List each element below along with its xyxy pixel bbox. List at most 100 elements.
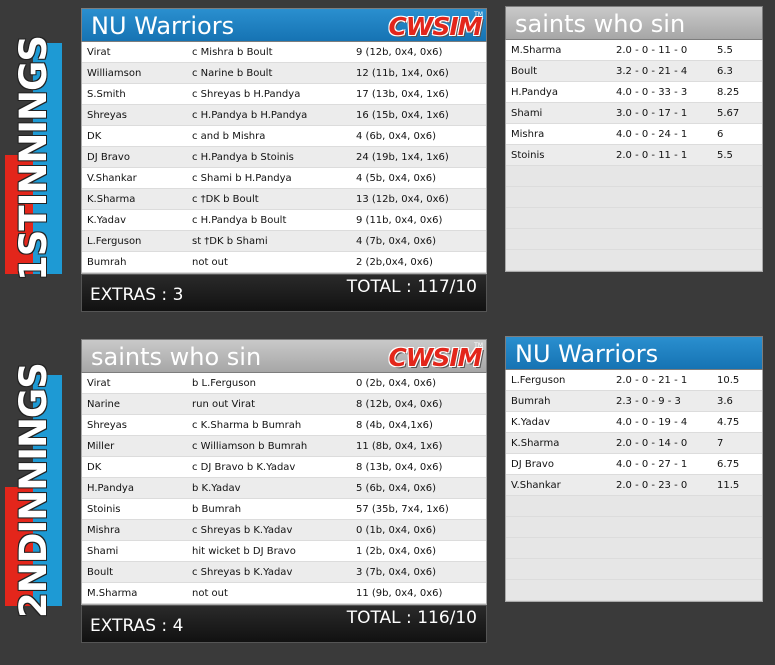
row-figures: 4 (5b, 0x4, 0x6) xyxy=(356,173,437,184)
table-row: Stoinis b Bumrah 57 (35b, 7x4, 1x6) xyxy=(82,499,486,520)
row-detail: b Bumrah xyxy=(192,504,242,515)
row-figures: 11 (9b, 0x4, 0x6) xyxy=(356,588,443,599)
empty-row xyxy=(506,229,762,250)
row-figures: 4 (6b, 0x4, 0x6) xyxy=(356,131,437,142)
bowling-team-header: NU Warriors xyxy=(505,336,763,370)
row-figures: 5.5 xyxy=(717,150,733,161)
player-name: H.Pandya xyxy=(87,483,134,494)
row-detail: 4.0 - 0 - 33 - 3 xyxy=(616,87,688,98)
row-detail: c and b Mishra xyxy=(192,131,266,142)
table-row: Williamson c Narine b Boult 12 (11b, 1x4, … xyxy=(82,63,486,84)
row-figures: 2 (2b,0x4, 0x6) xyxy=(356,257,433,268)
player-name: Stoinis xyxy=(511,150,545,161)
player-name: Virat xyxy=(87,378,111,389)
row-detail: c DJ Bravo b K.Yadav xyxy=(192,462,296,473)
row-figures: 8 (12b, 0x4, 0x6) xyxy=(356,399,443,410)
player-name: Shreyas xyxy=(87,110,127,121)
innings-1-word: INNINGS xyxy=(12,35,55,207)
table-row: M.Sharma 2.0 - 0 - 11 - 0 5.5 xyxy=(506,40,762,61)
row-figures: 6.3 xyxy=(717,66,733,77)
player-name: K.Sharma xyxy=(511,438,560,449)
extras-label: EXTRAS : 4 xyxy=(90,616,184,636)
row-detail: c Shami b H.Pandya xyxy=(192,173,292,184)
batting-rows: Virat b L.Ferguson 0 (2b, 0x4, 0x6) Narine r… xyxy=(81,373,487,605)
table-row: Bumrah 2.3 - 0 - 9 - 3 3.6 xyxy=(506,391,762,412)
row-detail: 3.2 - 0 - 21 - 4 xyxy=(616,66,688,77)
batting-summary: EXTRAS : 4 TOTAL : 116/10 xyxy=(81,605,487,643)
empty-row xyxy=(506,166,762,187)
empty-row xyxy=(506,580,762,601)
row-detail: 2.0 - 0 - 23 - 0 xyxy=(616,480,688,491)
batting-summary: EXTRAS : 3 TOTAL : 117/10 xyxy=(81,274,487,312)
player-name: DK xyxy=(87,462,102,473)
row-figures: 13 (12b, 0x4, 0x6) xyxy=(356,194,449,205)
table-row: K.Sharma c †DK b Boult 13 (12b, 0x4, 0x6) xyxy=(82,189,486,210)
table-row: M.Sharma not out 11 (9b, 0x4, 0x6) xyxy=(82,583,486,604)
innings-1-number: 1ST xyxy=(12,206,55,282)
row-detail: run out Virat xyxy=(192,399,256,410)
table-row: Narine run out Virat 8 (12b, 0x4, 0x6) xyxy=(82,394,486,415)
empty-row xyxy=(506,496,762,517)
table-row: Stoinis 2.0 - 0 - 11 - 1 5.5 xyxy=(506,145,762,166)
innings-1-batting-card: NU Warriors CWSIM TM Virat c Mishra b Boul… xyxy=(81,8,487,312)
innings-1-label: 1STINNINGS xyxy=(5,36,62,281)
table-row: L.Ferguson st †DK b Shami 4 (7b, 0x4, 0x6) xyxy=(82,231,486,252)
player-name: Bumrah xyxy=(511,396,551,407)
row-figures: 8 (4b, 0x4,1x6) xyxy=(356,420,433,431)
table-row: Shami 3.0 - 0 - 17 - 1 5.67 xyxy=(506,103,762,124)
player-name: K.Yadav xyxy=(511,417,550,428)
row-figures: 5.5 xyxy=(717,45,733,56)
row-figures: 1 (2b, 0x4, 0x6) xyxy=(356,546,437,557)
row-detail: 4.0 - 0 - 24 - 1 xyxy=(616,129,688,140)
table-row: H.Pandya 4.0 - 0 - 33 - 3 8.25 xyxy=(506,82,762,103)
bowling-rows: L.Ferguson 2.0 - 0 - 21 - 1 10.5 Bumrah 2.3 … xyxy=(505,370,763,602)
bowling-team-header: saints who sin xyxy=(505,6,763,40)
player-name: H.Pandya xyxy=(511,87,558,98)
row-detail: c Shreyas b K.Yadav xyxy=(192,525,293,536)
player-name: K.Sharma xyxy=(87,194,136,205)
row-detail: c Shreyas b H.Pandya xyxy=(192,89,301,100)
batting-team-header: NU Warriors CWSIM TM xyxy=(81,8,487,42)
table-row: V.Shankar c Shami b H.Pandya 4 (5b, 0x4, 0… xyxy=(82,168,486,189)
player-name: DJ Bravo xyxy=(87,152,130,163)
row-detail: c Williamson b Bumrah xyxy=(192,441,308,452)
row-detail: c Shreyas b K.Yadav xyxy=(192,567,293,578)
player-name: Boult xyxy=(511,66,538,77)
row-figures: 8 (13b, 0x4, 0x6) xyxy=(356,462,443,473)
row-detail: not out xyxy=(192,588,228,599)
table-row: L.Ferguson 2.0 - 0 - 21 - 1 10.5 xyxy=(506,370,762,391)
row-detail: 4.0 - 0 - 19 - 4 xyxy=(616,417,688,428)
row-detail: b K.Yadav xyxy=(192,483,241,494)
batting-team-header: saints who sin CWSIM TM xyxy=(81,339,487,373)
player-name: M.Sharma xyxy=(87,588,138,599)
player-name: Shreyas xyxy=(87,420,127,431)
row-detail: st †DK b Shami xyxy=(192,236,268,247)
player-name: Miller xyxy=(87,441,115,452)
table-row: S.Smith c Shreyas b H.Pandya 17 (13b, 0x4,… xyxy=(82,84,486,105)
row-figures: 4 (7b, 0x4, 0x6) xyxy=(356,236,437,247)
table-row: DK c DJ Bravo b K.Yadav 8 (13b, 0x4, 0x6) xyxy=(82,457,486,478)
batting-team-name: saints who sin xyxy=(91,343,262,371)
table-row: Shreyas c K.Sharma b Bumrah 8 (4b, 0x4,1x6… xyxy=(82,415,486,436)
row-figures: 8.25 xyxy=(717,87,740,98)
player-name: L.Ferguson xyxy=(511,375,566,386)
empty-row xyxy=(506,208,762,229)
player-name: DJ Bravo xyxy=(511,459,554,470)
player-name: Mishra xyxy=(87,525,121,536)
total-label: TOTAL : 117/10 xyxy=(346,277,477,297)
innings-2-bowling-card: NU Warriors L.Ferguson 2.0 - 0 - 21 - 1 10… xyxy=(505,336,763,602)
player-name: Shami xyxy=(87,546,119,557)
player-name: M.Sharma xyxy=(511,45,562,56)
innings-2-label: 2NDINNINGS xyxy=(5,363,62,618)
row-figures: 16 (15b, 0x4, 1x6) xyxy=(356,110,449,121)
table-row: Mishra 4.0 - 0 - 24 - 1 6 xyxy=(506,124,762,145)
row-figures: 57 (35b, 7x4, 1x6) xyxy=(356,504,449,515)
player-name: Mishra xyxy=(511,129,545,140)
row-figures: 0 (2b, 0x4, 0x6) xyxy=(356,378,437,389)
row-detail: c H.Pandya b Boult xyxy=(192,215,287,226)
player-name: K.Yadav xyxy=(87,215,126,226)
total-label: TOTAL : 116/10 xyxy=(346,608,477,628)
table-row: DK c and b Mishra 4 (6b, 0x4, 0x6) xyxy=(82,126,486,147)
empty-row xyxy=(506,517,762,538)
row-figures: 9 (12b, 0x4, 0x6) xyxy=(356,47,443,58)
